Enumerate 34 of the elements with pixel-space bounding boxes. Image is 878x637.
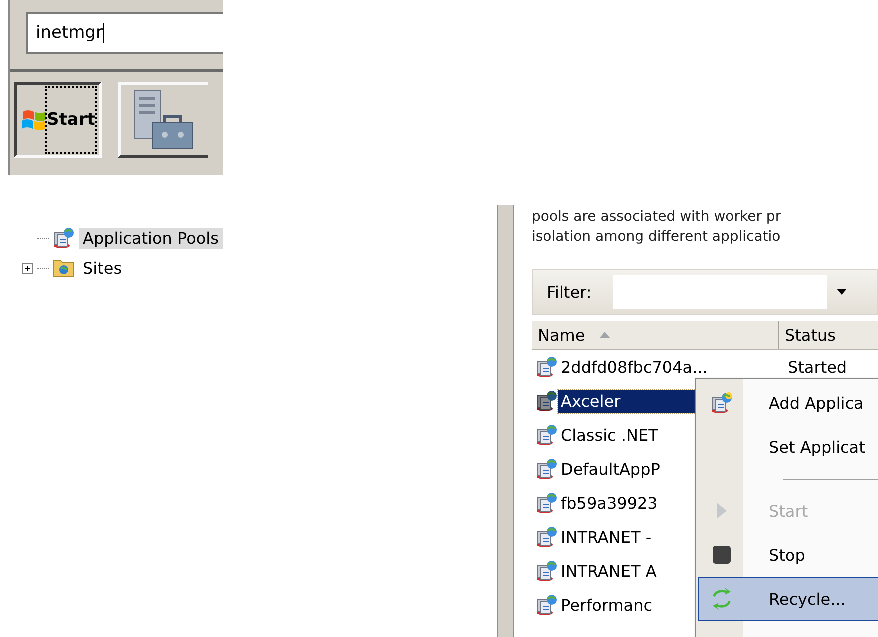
application-pool-icon <box>536 356 558 378</box>
server-manager-button[interactable] <box>118 82 208 158</box>
tree-item[interactable]: Sites <box>79 258 126 278</box>
play-icon <box>714 501 728 521</box>
windows-logo-icon <box>21 108 47 132</box>
start-button[interactable]: Start <box>14 82 102 158</box>
run-input-field[interactable]: inetmgr <box>26 12 223 54</box>
pool-name[interactable]: 2ddfd08fbc704a... <box>558 356 774 378</box>
filter-label: Filter: <box>547 282 592 302</box>
application-pool-icon <box>53 227 75 249</box>
description-text: pools are associated with worker pr <box>532 208 782 227</box>
expand-toggle-icon[interactable] <box>22 262 33 274</box>
application-pool-icon <box>536 594 558 616</box>
application-pool-icon <box>536 560 558 582</box>
application-pool-icon <box>536 458 558 480</box>
pool-status: Started <box>788 358 848 376</box>
sort-ascending-icon <box>599 331 612 339</box>
column-header[interactable]: Name <box>532 321 779 349</box>
menu-item[interactable]: Stop <box>698 533 878 577</box>
application-pool-icon <box>536 492 558 514</box>
menu-item[interactable]: Recycle... <box>698 577 878 621</box>
folder-globe-icon <box>53 258 75 278</box>
application-pool-icon <box>536 526 558 548</box>
column-header[interactable]: Status <box>779 321 878 349</box>
menu-item[interactable]: Add Applica <box>698 381 878 425</box>
application-pool-icon <box>536 424 558 446</box>
dropdown-arrow-icon[interactable] <box>837 289 847 295</box>
description-text: isolation among different applicatio <box>532 228 782 247</box>
filter-input[interactable] <box>613 275 827 309</box>
stop-icon <box>712 545 732 565</box>
tree-item[interactable]: Application Pools <box>79 228 223 248</box>
application-pool-icon <box>536 390 558 412</box>
add-pool-icon <box>710 392 732 414</box>
menu-item[interactable]: Set Applicat <box>698 425 878 469</box>
